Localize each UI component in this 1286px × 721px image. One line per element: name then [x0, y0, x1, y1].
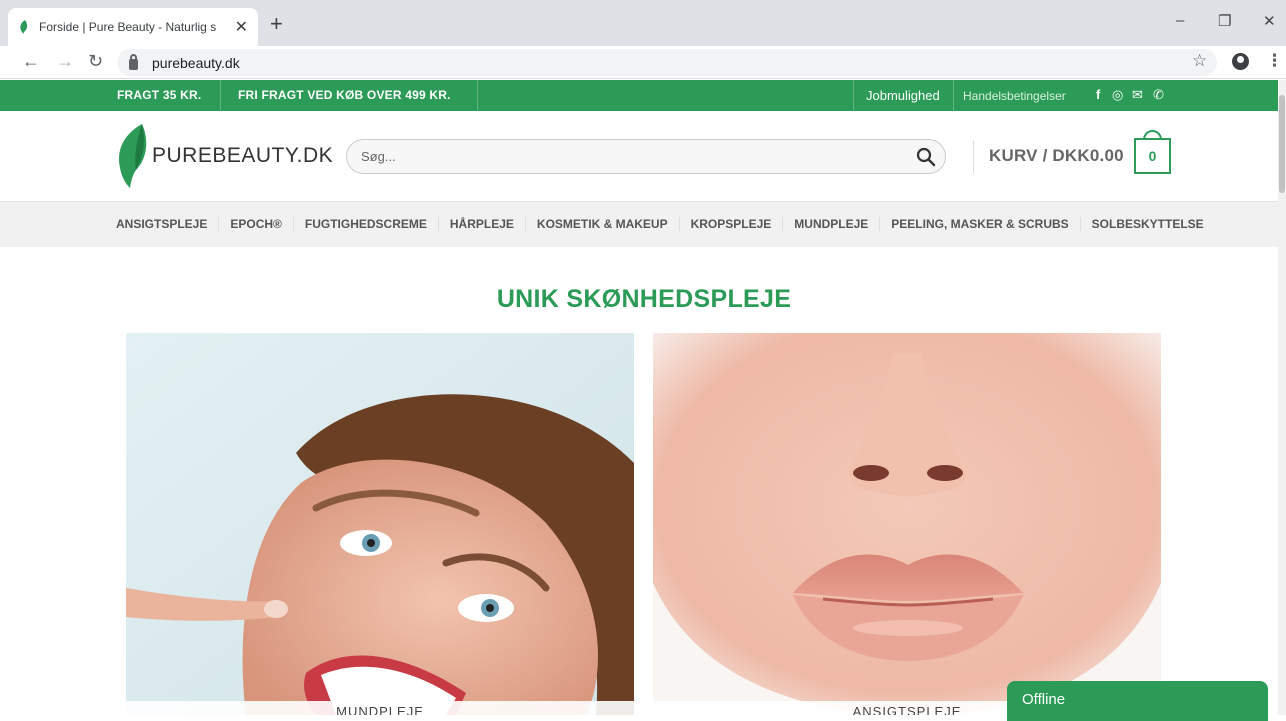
- scrollbar-thumb[interactable]: [1279, 95, 1285, 193]
- plus-icon[interactable]: +: [270, 13, 283, 35]
- window-close-icon[interactable]: ✕: [1263, 12, 1276, 30]
- address-bar[interactable]: purebeauty.dk: [117, 49, 1217, 76]
- nav-item-fugtighedscreme[interactable]: FUGTIGHEDSCREME: [292, 217, 438, 231]
- browser-toolbar: ← → ↻ purebeauty.dk ☆ ⋮: [0, 46, 1286, 79]
- lock-icon: [129, 53, 138, 70]
- search-icon[interactable]: [916, 147, 936, 167]
- divider: [953, 80, 954, 111]
- category-card-ansigtspleje[interactable]: ANSIGTSPLEJE: [653, 333, 1161, 715]
- search-input[interactable]: [361, 149, 901, 164]
- email-icon[interactable]: ✉: [1132, 87, 1143, 103]
- restore-icon[interactable]: ❐: [1218, 12, 1231, 30]
- nav-item-solbeskyttelse[interactable]: SOLBESKYTTELSE: [1079, 217, 1215, 231]
- page-headline: UNIK SKØNHEDSPLEJE: [496, 285, 792, 313]
- forward-icon[interactable]: →: [56, 51, 74, 72]
- reload-icon[interactable]: ↻: [88, 51, 103, 72]
- leaf-favicon: [20, 20, 28, 34]
- terms-link[interactable]: Handelsbetingelser: [963, 89, 1066, 103]
- logo-leaf-icon[interactable]: [116, 124, 152, 188]
- category-card-mundpleje[interactable]: MUNDPLEJE: [126, 333, 634, 715]
- browser-tab-strip: Forside | Pure Beauty - Naturlig s ✕ + –…: [0, 0, 1286, 46]
- chat-widget[interactable]: Offline: [1007, 681, 1268, 721]
- card-label[interactable]: MUNDPLEJE: [126, 701, 634, 715]
- back-icon[interactable]: ←: [22, 51, 40, 72]
- nav-item-haarpleje[interactable]: HÅRPLEJE: [437, 217, 525, 231]
- card-image: [126, 333, 634, 715]
- divider: [853, 80, 854, 111]
- chat-status: Offline: [1022, 691, 1066, 708]
- star-icon[interactable]: ☆: [1192, 51, 1207, 71]
- nav-item-epoch[interactable]: EPOCH®: [218, 217, 293, 231]
- profile-icon[interactable]: [1232, 53, 1249, 70]
- tab-title: Forside | Pure Beauty - Naturlig s: [39, 20, 217, 34]
- search-box[interactable]: [346, 139, 946, 174]
- menu-icon[interactable]: ⋮: [1266, 51, 1283, 71]
- nav-item-ansigtspleje[interactable]: ANSIGTSPLEJE: [116, 217, 218, 231]
- category-nav: ANSIGTSPLEJE EPOCH® FUGTIGHEDSCREME HÅRP…: [0, 201, 1278, 247]
- browser-tab[interactable]: Forside | Pure Beauty - Naturlig s ✕: [8, 8, 258, 46]
- phone-icon[interactable]: ✆: [1153, 87, 1164, 103]
- logo-text[interactable]: PUREBEAUTY.DK: [152, 144, 333, 168]
- top-announcement-bar: FRAGT 35 KR. FRI FRAGT VED KØB OVER 499 …: [0, 80, 1278, 111]
- close-icon[interactable]: ✕: [235, 17, 248, 37]
- divider: [220, 80, 221, 111]
- promo-shipping: FRAGT 35 KR.: [117, 88, 202, 102]
- nav-item-kropspleje[interactable]: KROPSPLEJE: [678, 217, 783, 231]
- cart-count-badge[interactable]: 0: [1134, 138, 1171, 174]
- nav-item-kosmetik-makeup[interactable]: KOSMETIK & MAKEUP: [524, 217, 679, 231]
- facebook-icon[interactable]: f: [1096, 87, 1100, 102]
- instagram-icon[interactable]: ◎: [1112, 87, 1123, 103]
- jobs-link[interactable]: Jobmulighed: [866, 88, 940, 103]
- nav-item-peeling-masker-scrubs[interactable]: PEELING, MASKER & SCRUBS: [879, 217, 1079, 231]
- promo-free-shipping: FRI FRAGT VED KØB OVER 499 KR.: [238, 88, 451, 102]
- divider: [477, 80, 478, 111]
- url-text: purebeauty.dk: [152, 54, 240, 71]
- nav-item-mundpleje[interactable]: MUNDPLEJE: [782, 217, 879, 231]
- divider: [973, 140, 974, 173]
- card-image: [653, 333, 1161, 715]
- cart-link[interactable]: KURV / DKK0.00: [989, 146, 1124, 166]
- minimize-icon[interactable]: –: [1176, 12, 1184, 29]
